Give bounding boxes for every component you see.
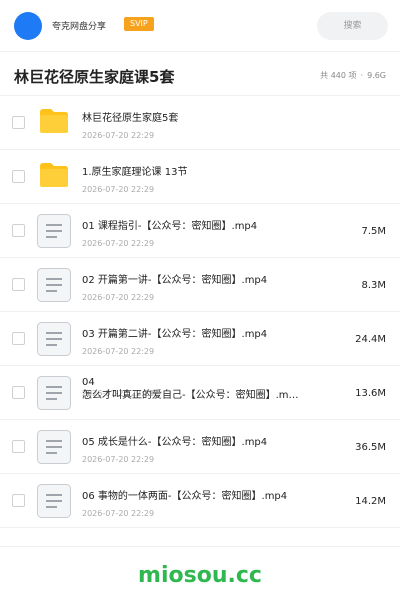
- item-date: 2026-07-20 22:29: [82, 131, 155, 140]
- item-size: 14.2M: [355, 496, 386, 507]
- summary-separator: ·: [360, 71, 364, 80]
- item-size: 7.5M: [361, 226, 386, 237]
- svip-badge: SVIP: [124, 17, 154, 31]
- item-name-line1: 04: [82, 377, 95, 388]
- document-icon: [37, 322, 71, 356]
- folder-header: 林巨花径原生家庭课5套 共 440 项 · 9.6G: [0, 52, 400, 96]
- folder-icon: [40, 163, 68, 187]
- item-name: 05 成长是什么-【公众号：密知圈】.mp4: [82, 437, 268, 448]
- item-name: 林巨花径原生家庭5套: [82, 113, 179, 124]
- select-checkbox[interactable]: [12, 440, 25, 453]
- select-checkbox[interactable]: [12, 116, 25, 129]
- item-date: 2026-07-20 22:29: [82, 347, 155, 356]
- item-date: 2026-07-20 22:29: [82, 185, 155, 194]
- list-item[interactable]: 1.原生家庭理论课 13节 2026-07-20 22:29: [0, 150, 400, 204]
- folder-summary: 共 440 项 · 9.6G: [318, 70, 388, 81]
- document-icon: [37, 268, 71, 302]
- list-item[interactable]: 05 成长是什么-【公众号：密知圈】.mp4 2026-07-20 22:29 …: [0, 420, 400, 474]
- select-checkbox[interactable]: [12, 494, 25, 507]
- item-size: 24.4M: [355, 334, 386, 345]
- document-icon: [37, 484, 71, 518]
- item-date: 2026-07-20 22:29: [82, 293, 155, 302]
- item-size: 36.5M: [355, 442, 386, 453]
- search-input[interactable]: [317, 12, 388, 40]
- item-name: 1.原生家庭理论课 13节: [82, 167, 188, 178]
- item-size: 13.6M: [355, 388, 386, 399]
- document-icon: [37, 214, 71, 248]
- list-item[interactable]: 06 事物的一体两面-【公众号：密知圈】.mp4 2026-07-20 22:2…: [0, 474, 400, 528]
- item-size: 8.3M: [361, 280, 386, 291]
- item-name: 04 怎么才叫真正的爱自己-【公众号：密知圈】.m…: [82, 376, 327, 402]
- top-bar: 夸克网盘分享 SVIP: [0, 0, 400, 52]
- item-date: 2026-07-20 22:29: [82, 455, 155, 464]
- select-checkbox[interactable]: [12, 386, 25, 399]
- list-item[interactable]: 2026-07-20 22:29 04 怎么才叫真正的爱自己-【公众号：密知圈】…: [0, 366, 400, 420]
- total-size: 9.6G: [367, 71, 386, 80]
- document-icon: [37, 376, 71, 410]
- page-title: 林巨花径原生家庭课5套: [14, 68, 175, 86]
- item-name: 03 开篇第二讲-【公众号：密知圈】.mp4: [82, 329, 268, 340]
- footer: miosou.cc: [0, 546, 400, 600]
- item-name: 06 事物的一体两面-【公众号：密知圈】.mp4: [82, 491, 288, 502]
- item-count: 共 440 项: [320, 71, 357, 80]
- select-checkbox[interactable]: [12, 170, 25, 183]
- list-item[interactable]: 林巨花径原生家庭5套 2026-07-20 22:29: [0, 96, 400, 150]
- list-item[interactable]: 03 开篇第二讲-【公众号：密知圈】.mp4 2026-07-20 22:29 …: [0, 312, 400, 366]
- folder-icon: [40, 109, 68, 133]
- select-checkbox[interactable]: [12, 332, 25, 345]
- item-date: 2026-07-20 22:29: [82, 509, 155, 518]
- file-list: 林巨花径原生家庭5套 2026-07-20 22:29 1.原生家庭理论课 13…: [0, 96, 400, 528]
- select-checkbox[interactable]: [12, 278, 25, 291]
- select-checkbox[interactable]: [12, 224, 25, 237]
- item-name-line2: 怎么才叫真正的爱自己-【公众号：密知圈】.m…: [82, 390, 299, 401]
- document-icon: [37, 430, 71, 464]
- item-name: 01 课程指引-【公众号：密知圈】.mp4: [82, 221, 258, 232]
- watermark: miosou.cc: [138, 563, 262, 588]
- list-item[interactable]: 02 开篇第一讲-【公众号：密知圈】.mp4 2026-07-20 22:29 …: [0, 258, 400, 312]
- list-item[interactable]: 01 课程指引-【公众号：密知圈】.mp4 2026-07-20 22:29 7…: [0, 204, 400, 258]
- app-name: 夸克网盘分享: [52, 22, 107, 32]
- item-name: 02 开篇第一讲-【公众号：密知圈】.mp4: [82, 275, 268, 286]
- avatar[interactable]: [14, 12, 42, 40]
- item-date: 2026-07-20 22:29: [82, 239, 155, 248]
